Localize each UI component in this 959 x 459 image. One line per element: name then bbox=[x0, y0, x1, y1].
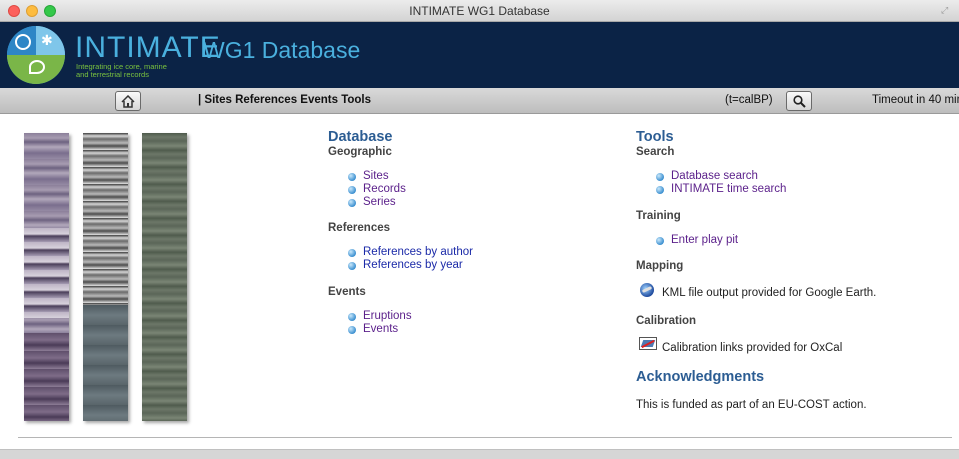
training-links: Enter play pit bbox=[656, 234, 956, 247]
footer-divider bbox=[18, 437, 952, 438]
toolbar: | Sites References Events Tools (t=calBP… bbox=[0, 88, 959, 114]
events-heading: Events bbox=[328, 285, 366, 298]
oxcal-text: Calibration links provided for OxCal bbox=[662, 342, 843, 355]
link-database-search[interactable]: Database search bbox=[656, 170, 956, 183]
search-button[interactable] bbox=[786, 91, 812, 111]
home-icon bbox=[121, 94, 135, 108]
bullet-icon bbox=[348, 325, 356, 334]
link-label: References by author bbox=[363, 246, 473, 259]
brand-tagline: Integrating ice core, marine and terrest… bbox=[76, 63, 186, 79]
tools-section: Tools Search Database search INTIMATE ti… bbox=[636, 129, 956, 411]
bullet-icon bbox=[348, 185, 356, 194]
window-titlebar: INTIMATE WG1 Database ⤢ bbox=[0, 0, 959, 22]
window-bottom-bar bbox=[0, 449, 959, 459]
link-label: Series bbox=[363, 195, 396, 208]
link-label: Eruptions bbox=[363, 309, 412, 322]
bullet-icon bbox=[348, 173, 356, 181]
marine-core-image bbox=[83, 133, 128, 421]
training-heading: Training bbox=[636, 209, 681, 222]
link-eruptions[interactable]: Eruptions bbox=[348, 310, 608, 323]
calibration-mode: (t=calBP) bbox=[725, 94, 773, 106]
calibration-heading: Calibration bbox=[636, 315, 697, 328]
bullet-icon bbox=[656, 236, 664, 245]
link-sites[interactable]: Sites bbox=[348, 170, 608, 183]
acknowledgments-title: Acknowledgments bbox=[636, 369, 765, 386]
mapping-heading: Mapping bbox=[636, 260, 684, 273]
bullet-icon bbox=[348, 249, 356, 258]
session-timeout: Timeout in 40 mins bbox=[872, 94, 959, 106]
ice-core-image bbox=[24, 133, 69, 421]
home-button[interactable] bbox=[115, 91, 141, 111]
link-records[interactable]: Records bbox=[348, 183, 608, 196]
oxcal-icon[interactable] bbox=[639, 337, 657, 351]
link-series[interactable]: Series bbox=[348, 196, 608, 209]
bullet-icon bbox=[348, 312, 356, 321]
top-navigation[interactable]: | Sites References Events Tools bbox=[198, 94, 371, 106]
window-title: INTIMATE WG1 Database bbox=[409, 4, 550, 18]
fullscreen-icon[interactable]: ⤢ bbox=[941, 5, 951, 15]
database-section: Database Geographic Sites Records Series… bbox=[328, 129, 608, 349]
references-heading: References bbox=[328, 222, 391, 235]
link-references-by-author[interactable]: References by author bbox=[348, 246, 608, 259]
geographic-heading: Geographic bbox=[328, 146, 392, 158]
tagline-line-2: and terrestrial records bbox=[76, 70, 149, 79]
bullet-icon bbox=[656, 185, 664, 194]
link-intimate-time-search[interactable]: INTIMATE time search bbox=[656, 183, 956, 196]
tools-title: Tools bbox=[636, 129, 674, 145]
bullet-icon bbox=[348, 262, 356, 271]
google-earth-icon[interactable] bbox=[640, 283, 654, 298]
intimate-logo: ✱ bbox=[7, 26, 65, 84]
acknowledgments-text: This is funded as part of an EU-COST act… bbox=[636, 399, 867, 412]
link-label: Database search bbox=[671, 170, 758, 182]
oxcal-note: Calibration links provided for OxCal bbox=[638, 337, 956, 355]
link-label: Sites bbox=[363, 170, 389, 182]
search-heading: Search bbox=[636, 146, 675, 158]
kml-output-text: KML file output provided for Google Eart… bbox=[662, 287, 877, 300]
link-enter-play-pit[interactable]: Enter play pit bbox=[656, 234, 956, 247]
brand-name: INTIMATE bbox=[75, 31, 221, 64]
app-title: WG1 Database bbox=[203, 37, 361, 63]
app-header: ✱ INTIMATE Integrating ice core, marine … bbox=[0, 22, 959, 88]
kml-output-note: KML file output provided for Google Eart… bbox=[638, 283, 956, 300]
link-label: INTIMATE time search bbox=[671, 182, 787, 195]
link-events[interactable]: Events bbox=[348, 323, 608, 336]
search-icon bbox=[793, 95, 806, 108]
search-links: Database search INTIMATE time search bbox=[656, 170, 956, 196]
link-label: Enter play pit bbox=[671, 233, 739, 246]
geographic-links: Sites Records Series bbox=[348, 170, 608, 208]
link-label: References by year bbox=[363, 259, 463, 272]
references-links: References by author References by year bbox=[348, 246, 608, 272]
link-label: Records bbox=[363, 182, 406, 195]
link-references-by-year[interactable]: References by year bbox=[348, 259, 608, 272]
terrestrial-core-image bbox=[142, 133, 187, 421]
link-label: Events bbox=[363, 322, 399, 335]
bullet-icon bbox=[348, 198, 356, 207]
bullet-icon bbox=[656, 173, 664, 181]
events-links: Eruptions Events bbox=[348, 310, 608, 336]
database-title: Database bbox=[328, 129, 393, 145]
